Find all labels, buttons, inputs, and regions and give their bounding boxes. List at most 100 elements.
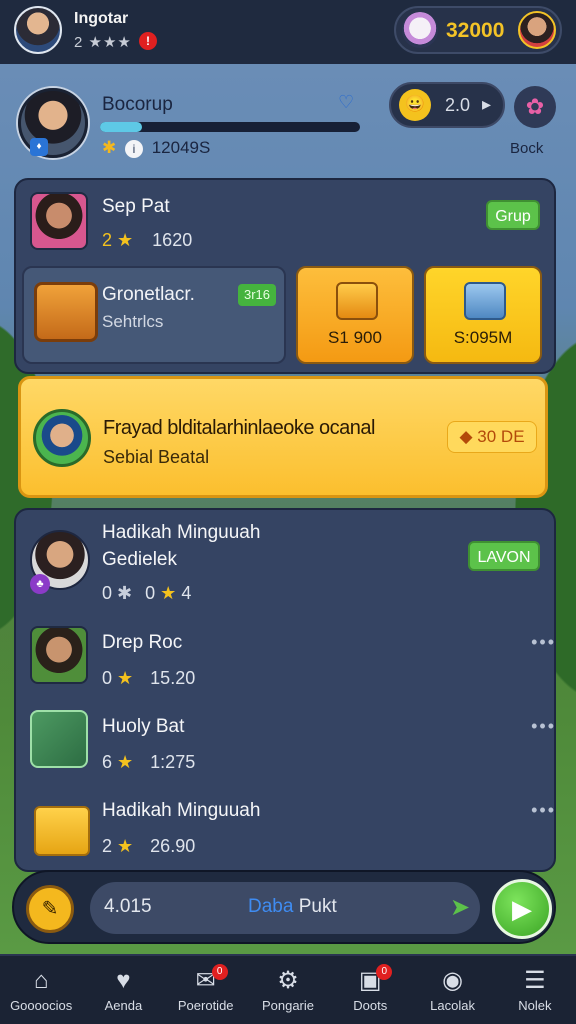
event-title: Frayad blditalarhinlaeoke ocanal	[103, 417, 375, 439]
nav-item-heart[interactable]: ♥ Aenda	[82, 956, 164, 1024]
star-icon: 2 ★	[102, 230, 134, 250]
stat-value: 1:275	[150, 752, 196, 772]
level-pill[interactable]: 😀 2.0 ▸	[389, 82, 505, 128]
nav-item-bag[interactable]: ▣ 0 Doots	[329, 956, 411, 1024]
star-icon: ★	[117, 836, 139, 856]
gear-icon: ⚙	[277, 967, 299, 994]
mail-icon: ✉	[195, 967, 216, 994]
item-stats: 2 ★ 1620	[102, 230, 192, 251]
stat-left: 2	[102, 836, 113, 856]
sparkle-icon: ✱	[117, 583, 138, 603]
favorite-icon[interactable]: ♡	[338, 92, 354, 113]
list-item-stats: 0 ✱ 0 ★ 4	[102, 583, 191, 604]
play-button[interactable]: ▶	[492, 879, 552, 939]
profile-avatar[interactable]	[18, 88, 88, 158]
stat-left: 0	[102, 583, 113, 603]
nav-label: Aenda	[104, 998, 143, 1013]
nav-item-menu[interactable]: ☰ Nolek	[494, 956, 576, 1024]
grup-button[interactable]: Grup	[486, 200, 540, 230]
stat-right: 0	[145, 583, 156, 603]
level-value: 2.0	[445, 95, 471, 115]
event-banner[interactable]: Frayad blditalarhinlaeoke ocanal Sebial …	[18, 376, 548, 498]
info-coin-icon: i	[124, 139, 143, 158]
tool-item-icon[interactable]	[30, 710, 88, 768]
more-options-icon[interactable]: •••	[531, 800, 556, 821]
send-arrow-icon[interactable]: ➤	[450, 893, 470, 922]
settings-button[interactable]: ✿	[514, 86, 556, 128]
offer-price: S:095M	[453, 328, 513, 347]
smiley-icon: 😀	[399, 89, 431, 121]
list-item-avatar[interactable]	[30, 626, 88, 684]
stat-left: 6	[102, 752, 113, 772]
nav-label: Lacolak	[430, 998, 475, 1013]
action-center-text: Daba Pukt	[248, 896, 337, 918]
list-item-stats: 6 ★ 1:275	[102, 752, 195, 773]
player-name: Ingotar	[74, 10, 129, 27]
star-icon: ★	[160, 583, 177, 603]
list-item-title: Hadikah Minguuah	[102, 522, 261, 543]
nav-badge: 0	[211, 964, 228, 980]
chest-offer-desc: Sehtrlcs	[102, 312, 164, 331]
offer-price: S1 900	[328, 328, 382, 347]
notification-badge[interactable]: !	[139, 32, 157, 50]
verified-icon: ♦	[30, 138, 48, 156]
nav-label: Doots	[353, 998, 388, 1013]
more-options-icon[interactable]: •••	[531, 632, 556, 653]
stat-value: 15.20	[150, 668, 196, 688]
friend-avatar-icon[interactable]	[518, 11, 556, 49]
list-item-subtitle: Gedielek	[102, 549, 177, 570]
action-center-rest: Pukt	[298, 896, 337, 917]
bunny-currency-icon	[402, 12, 438, 48]
xp-progress-fill	[100, 122, 142, 132]
globe-icon: ◉	[442, 967, 464, 994]
bottom-nav: ⌂ Goooocios ♥ Aenda ✉ 0 Poerotide ⚙ Pong…	[0, 954, 576, 1024]
gift-icon[interactable]	[34, 806, 90, 856]
list-item-title: Huoly Bat	[102, 716, 185, 737]
chevron-right-icon: ▸	[481, 94, 491, 114]
nav-label: Nolek	[518, 998, 552, 1013]
star-icon: ★	[117, 752, 139, 772]
gold-chest-icon	[336, 282, 378, 320]
list-item-title: Drep Roc	[102, 632, 183, 653]
action-input[interactable]: 4.015 Daba Pukt ➤	[90, 882, 480, 934]
event-price-button[interactable]: ◆ 30 DE	[447, 421, 537, 453]
item-stats-value: 1620	[152, 230, 193, 250]
event-price-value: 30 DE	[477, 427, 525, 446]
offer-button-orange[interactable]: S1 900	[296, 266, 414, 364]
profile-stats: ✱ i 12049S	[102, 138, 210, 158]
coin-button[interactable]: ✎	[26, 885, 74, 933]
currency-value: 32000	[446, 19, 505, 42]
player-avatar[interactable]	[14, 6, 62, 54]
gem-icon: ◆	[459, 427, 473, 446]
star-icon: ★	[117, 668, 139, 688]
chest-offer-title: Gronetlacr.	[102, 284, 195, 305]
list-item-stats: 0 ★ 15.20	[102, 668, 195, 689]
profile-stats-value: 12049S	[151, 138, 211, 157]
list-item-title: Hadikah Minguuah	[102, 800, 261, 821]
nav-item-home[interactable]: ⌂ Goooocios	[0, 956, 82, 1024]
action-left-value: 4.015	[104, 896, 152, 917]
lavon-button[interactable]: LAVON	[468, 541, 540, 571]
more-options-icon[interactable]: •••	[531, 716, 556, 737]
home-icon: ⌂	[33, 967, 49, 994]
nav-label: Pongarie	[261, 998, 314, 1013]
xp-progress-bar	[100, 122, 360, 132]
chest-offer-card[interactable]: Gronetlacr. 3r16 Sehtrlcs	[22, 266, 286, 364]
nav-item-gear[interactable]: ⚙ Pongarie	[247, 956, 329, 1024]
group-name: Bocorup	[102, 94, 173, 115]
bag-icon: ▣	[358, 967, 382, 994]
stat-num: 4	[181, 583, 192, 603]
player-rating: 2 ★★★	[74, 34, 132, 51]
settings-label: Bock	[510, 140, 544, 157]
event-avatar	[33, 409, 91, 467]
item-thumbnail[interactable]	[30, 192, 88, 250]
profile-panel: ♦ Bocorup ♡ ✱ i 12049S 😀 2.0 ▸ ✿ Bock	[0, 72, 576, 172]
stat-value: 26.90	[150, 836, 196, 856]
clan-badge-icon: ♣	[30, 574, 50, 594]
stat-left: 0	[102, 668, 113, 688]
offer-button-yellow[interactable]: S:095M	[424, 266, 542, 364]
event-subtitle: Sebial Beatal	[103, 447, 210, 467]
nav-item-mail[interactable]: ✉ 0 Poerotide	[165, 956, 247, 1024]
nav-item-globe[interactable]: ◉ Lacolak	[411, 956, 493, 1024]
currency-pill[interactable]: 32000	[394, 6, 562, 54]
